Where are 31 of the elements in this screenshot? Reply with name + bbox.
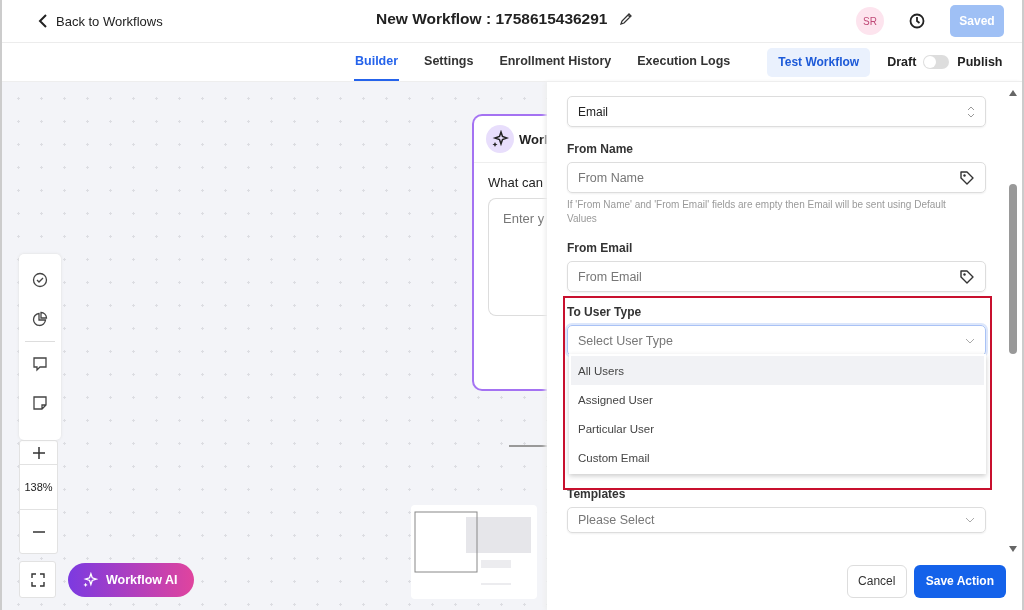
prompt-input[interactable]: Enter y bbox=[488, 198, 547, 316]
hint-text: If 'From Name' and 'From Email' fields are empty then Email will be sent using Default Values bbox=[567, 198, 947, 226]
from-name-field[interactable]: From Name bbox=[567, 162, 986, 193]
cancel-button[interactable]: Cancel bbox=[846, 564, 907, 598]
back-link[interactable]: Back to Workflows bbox=[38, 13, 163, 29]
node-title: Worl bbox=[519, 131, 547, 147]
workflow-title: New Workflow : 1758615436291 bbox=[376, 10, 608, 28]
templates-select[interactable]: Please Select bbox=[567, 507, 986, 533]
field-label: From Name bbox=[567, 142, 635, 156]
tab[interactable]: Execution Logs bbox=[636, 43, 732, 81]
dropdown-option[interactable]: All Users bbox=[571, 356, 984, 385]
field-label: To User Type bbox=[567, 305, 643, 319]
notification-type-select[interactable]: Email bbox=[567, 96, 986, 127]
zoom-level: 138% bbox=[20, 465, 57, 510]
tab[interactable]: Settings bbox=[423, 43, 475, 81]
field-label: From Email bbox=[567, 241, 634, 255]
draft-label: Draft bbox=[887, 55, 917, 69]
test-workflow-button[interactable]: Test Workflow bbox=[767, 47, 871, 77]
save-action-button[interactable]: Save Action bbox=[913, 564, 1006, 598]
user-avatar[interactable]: SR bbox=[856, 7, 884, 35]
field-label: Templates bbox=[567, 487, 627, 501]
dropdown-option[interactable]: Particular User bbox=[571, 414, 984, 443]
publish-label: Publish bbox=[957, 55, 1003, 69]
dropdown-option[interactable]: Assigned User bbox=[571, 385, 984, 414]
node-prompt: What can bbox=[488, 175, 544, 190]
tab[interactable]: Enrollment History bbox=[498, 43, 613, 81]
workflow-ai-button[interactable]: Workflow AI bbox=[68, 563, 194, 597]
from-email-field[interactable]: From Email bbox=[567, 261, 986, 292]
user-type-select[interactable]: Select User Type bbox=[567, 325, 986, 356]
dropdown-option[interactable]: Custom Email bbox=[571, 443, 984, 472]
workflow-ai-node[interactable]: Worl What can Enter y bbox=[472, 114, 547, 391]
